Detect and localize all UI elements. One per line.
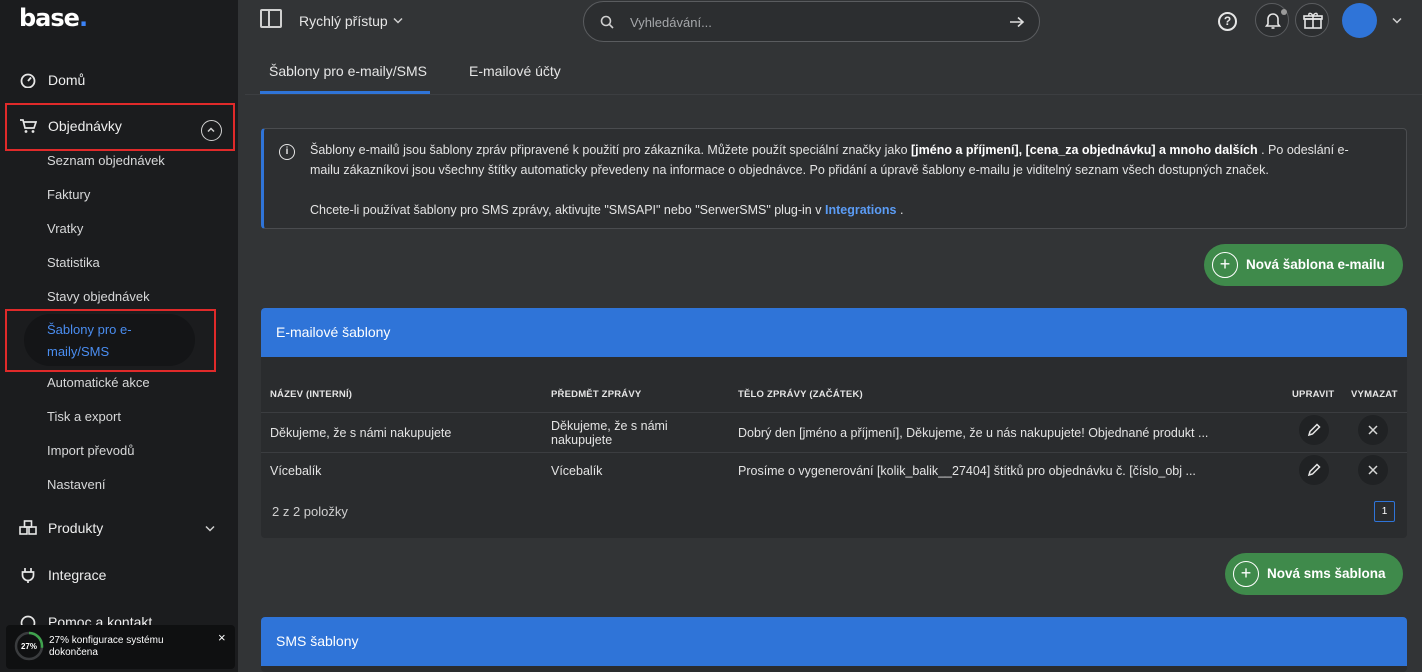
topbar: Rychlý přístup ? xyxy=(245,0,1422,43)
cell-subject: Vícebalík xyxy=(551,464,603,478)
delete-button[interactable] xyxy=(1358,415,1388,445)
logo[interactable]: base. xyxy=(19,4,88,32)
chevron-down-icon[interactable] xyxy=(1392,17,1402,24)
edit-button[interactable] xyxy=(1299,415,1329,445)
sidebar-subitem-settings[interactable]: Nastavení xyxy=(47,477,106,492)
info-icon: i xyxy=(279,144,295,160)
sidebar-subitem-print-export[interactable]: Tisk a export xyxy=(47,409,121,424)
pencil-icon xyxy=(1307,463,1321,477)
new-sms-template-button[interactable]: + Nová sms šablona xyxy=(1225,553,1403,595)
sidebar-item-label: Produkty xyxy=(48,520,104,536)
button-label: Nová šablona e-mailu xyxy=(1246,257,1385,272)
email-templates-card: E-mailové šablony NÁZEV (INTERNÍ) PŘEDMĚ… xyxy=(261,308,1407,538)
info-tag: [jméno a příjmení] xyxy=(911,143,1019,157)
edit-button[interactable] xyxy=(1299,455,1329,485)
row-divider xyxy=(261,412,1407,413)
setup-progress-toast[interactable]: 27% 27% konfigurace systému dokončena × xyxy=(6,625,235,669)
logo-dot: . xyxy=(78,4,88,32)
bell-icon xyxy=(1264,13,1282,29)
chevron-down-icon xyxy=(205,525,215,532)
new-email-template-button[interactable]: + Nová šablona e-mailu xyxy=(1204,244,1403,286)
info-text: , xyxy=(1018,143,1026,157)
plus-circle-icon: + xyxy=(1233,561,1259,587)
info-paragraph: Šablony e-mailů jsou šablony zpráv připr… xyxy=(310,140,1370,180)
plus-circle-icon: + xyxy=(1212,252,1238,278)
chevron-down-icon xyxy=(393,17,403,24)
integrations-link[interactable]: Integrations xyxy=(825,203,897,217)
search-icon xyxy=(600,15,614,29)
column-header-delete: VYMAZAT xyxy=(1351,389,1398,400)
item-count: 2 z 2 položky xyxy=(272,504,348,519)
card-header: SMS šablony xyxy=(261,617,1407,666)
row-divider xyxy=(261,452,1407,453)
close-icon[interactable]: × xyxy=(218,630,226,645)
sms-templates-card: SMS šablony xyxy=(261,617,1407,672)
sidebar-item-label: Domů xyxy=(48,72,86,88)
search-input[interactable] xyxy=(630,12,990,32)
dashboard-icon xyxy=(20,73,36,88)
sidebar-toggle-icon[interactable] xyxy=(260,9,282,28)
cell-body: Prosíme o vygenerování [kolik_balik__274… xyxy=(738,464,1196,478)
sidebar-subitem-invoices[interactable]: Faktury xyxy=(47,187,90,202)
tabs: Šablony pro e-maily/SMS E-mailové účty xyxy=(245,43,1422,95)
progress-percent: 27% xyxy=(20,642,37,651)
column-header-edit: UPRAVIT xyxy=(1292,389,1335,400)
card-title: SMS šablony xyxy=(276,633,359,649)
cell-name: Vícebalík xyxy=(270,464,322,478)
card-title: E-mailové šablony xyxy=(276,324,391,340)
info-tag: a mnoho dalších xyxy=(1155,143,1258,157)
plug-icon xyxy=(21,568,35,583)
sidebar-subitem-order-list[interactable]: Seznam objednávek xyxy=(47,153,165,168)
pagination-page[interactable]: 1 xyxy=(1374,501,1395,522)
sidebar-subitem-statistics[interactable]: Statistika xyxy=(47,255,100,270)
column-header-body[interactable]: TĚLO ZPRÁVY (ZAČÁTEK) xyxy=(738,389,863,400)
active-tab-indicator xyxy=(260,91,430,94)
search-bar xyxy=(583,1,1040,42)
info-text: Chcete-li používat šablony pro SMS zpráv… xyxy=(310,203,825,217)
info-tag: [cena_za objednávku] xyxy=(1025,143,1156,157)
quick-access-menu[interactable]: Rychlý přístup xyxy=(299,13,388,29)
delete-button[interactable] xyxy=(1358,455,1388,485)
sidebar-subitem-import-transfers[interactable]: Import převodů xyxy=(47,443,134,458)
gift-box-icon xyxy=(1303,12,1323,29)
notifications-button[interactable] xyxy=(1255,3,1289,37)
info-paragraph: Chcete-li používat šablony pro SMS zpráv… xyxy=(310,200,1370,220)
sidebar-item-products[interactable]: Produkty xyxy=(0,512,238,544)
info-text: Šablony e-mailů jsou šablony zpráv připr… xyxy=(310,143,912,157)
sidebar-subitem-order-statuses[interactable]: Stavy objednávek xyxy=(47,289,150,304)
tab-email-accounts[interactable]: E-mailové účty xyxy=(469,63,561,79)
highlight-box xyxy=(5,103,235,151)
pencil-icon xyxy=(1307,423,1321,437)
sidebar-item-home[interactable]: Domů xyxy=(0,64,238,96)
info-text: . xyxy=(896,203,904,217)
boxes-icon xyxy=(19,520,37,535)
close-icon xyxy=(1368,425,1378,435)
column-header-name[interactable]: NÁZEV (INTERNÍ) xyxy=(270,389,352,400)
card-header: E-mailové šablony xyxy=(261,308,1407,357)
info-box: i Šablony e-mailů jsou šablony zpráv při… xyxy=(261,128,1407,229)
cell-subject: Děkujeme, že s námi nakupujete xyxy=(551,419,668,447)
button-label: Nová sms šablona xyxy=(1267,566,1386,581)
close-icon xyxy=(1368,465,1378,475)
logo-text: base xyxy=(19,4,80,32)
help-icon[interactable]: ? xyxy=(1218,12,1237,31)
highlight-box xyxy=(5,309,216,372)
cell-body: Dobrý den [jméno a příjmení], Děkujeme, … xyxy=(738,426,1209,440)
tab-templates[interactable]: Šablony pro e-maily/SMS xyxy=(269,63,427,79)
notification-dot xyxy=(1281,9,1287,15)
avatar[interactable] xyxy=(1342,3,1377,38)
sidebar: base. Domů Objednávky Seznam objednávek … xyxy=(0,0,238,672)
column-header-subject[interactable]: PŘEDMĚT ZPRÁVY xyxy=(551,389,641,400)
marketplace-button[interactable] xyxy=(1295,3,1329,37)
sidebar-item-label: Integrace xyxy=(48,567,107,583)
sidebar-subitem-returns[interactable]: Vratky xyxy=(47,221,83,236)
arrow-right-icon[interactable] xyxy=(1009,16,1025,28)
sidebar-subitem-automatic-actions[interactable]: Automatické akce xyxy=(47,375,150,390)
cell-name: Děkujeme, že s námi nakupujete xyxy=(270,426,452,440)
sidebar-item-integrations[interactable]: Integrace xyxy=(0,559,238,591)
progress-text: 27% konfigurace systému dokončena xyxy=(49,635,164,658)
